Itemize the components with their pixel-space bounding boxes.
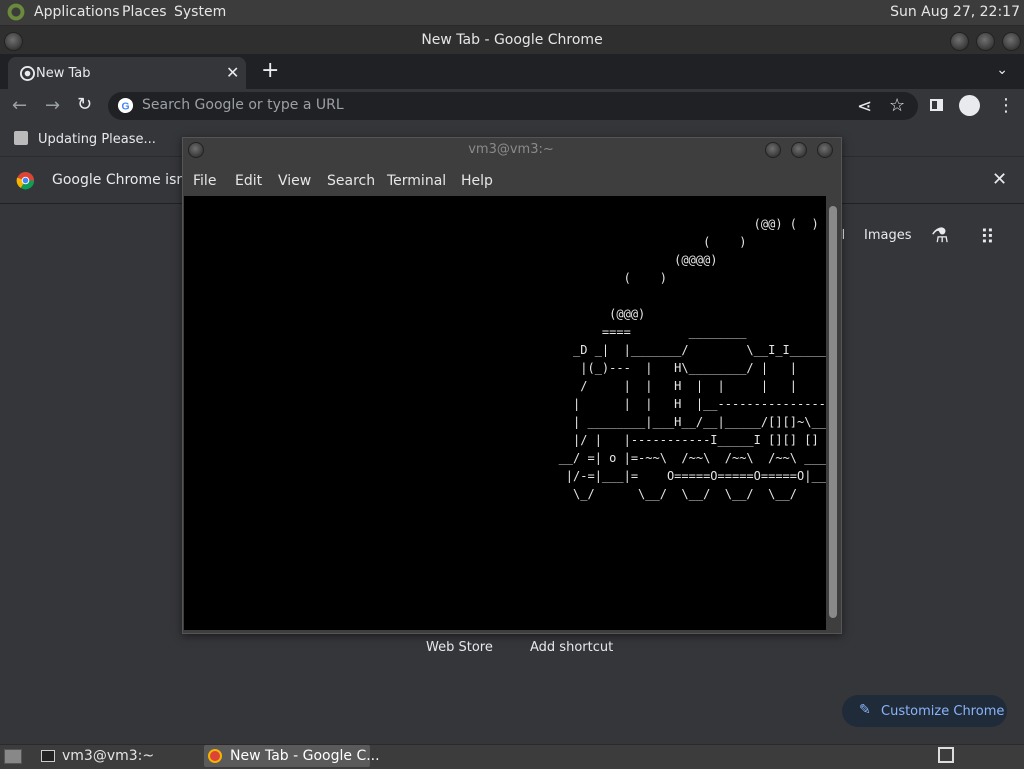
tab-close-icon[interactable]: ✕ [226,63,239,82]
shortcut-add[interactable]: Add shortcut [530,640,613,655]
os-logo-icon[interactable] [7,3,25,21]
chrome-favicon-icon [20,66,35,81]
top-panel: Applications Places System Sun Aug 27, 2… [0,0,1024,26]
apps-grid-icon[interactable]: ⠿ [980,225,995,249]
tab-title: New Tab [36,66,91,81]
places-menu[interactable]: Places [122,4,167,20]
window-title: New Tab - Google Chrome [421,32,603,48]
pencil-icon: ✎ [859,702,871,718]
system-menu[interactable]: System [174,4,226,20]
terminal-screen[interactable]: (@@) ( ) (@) ( ) ( ) (@@@@) [184,196,826,630]
bookmark-star-icon[interactable]: ☆ [889,95,905,116]
taskbar-item-chrome[interactable]: New Tab - Google C... [204,745,380,767]
window-menu-button[interactable] [4,32,23,51]
chrome-task-icon [208,749,222,763]
terminal-output: (@@) ( ) (@) ( ) ( ) (@@@@) [558,217,826,501]
terminal-minimize-button[interactable] [765,142,781,158]
close-window-button[interactable] [1002,32,1021,51]
taskbar-label-chrome: New Tab - Google C... [230,748,380,764]
taskbar-item-terminal[interactable]: vm3@vm3:~ [36,745,200,767]
terminal-menu-terminal[interactable]: Terminal [387,173,446,189]
applications-menu[interactable]: Applications [34,4,120,20]
workspace-switcher-icon[interactable] [938,747,954,763]
tab-new-tab[interactable]: New Tab ✕ [8,57,246,89]
forward-icon[interactable]: → [45,95,60,116]
show-desktop-icon[interactable] [4,749,22,764]
google-g-icon: G [117,97,134,114]
new-tab-button[interactable]: + [261,58,279,83]
maximize-button[interactable] [976,32,995,51]
shortcut-web-store[interactable]: Web Store [426,640,493,655]
terminal-menu-view[interactable]: View [278,173,311,189]
chrome-logo-icon [16,171,35,190]
chrome-titlebar: New Tab - Google Chrome [0,26,1024,54]
tab-search-chevron-icon[interactable]: ⌄ [996,62,1008,78]
terminal-menubar: File Edit View Search Terminal Help [183,166,840,196]
clock[interactable]: Sun Aug 27, 22:17 [890,4,1020,20]
labs-flask-icon[interactable]: ⚗ [931,223,949,247]
bookmark-favicon-icon [14,131,28,145]
images-link[interactable]: Images [864,228,912,243]
terminal-menu-edit[interactable]: Edit [235,173,262,189]
omnibox-placeholder[interactable]: Search Google or type a URL [142,97,344,113]
terminal-maximize-button[interactable] [791,142,807,158]
taskbar-label-terminal: vm3@vm3:~ [62,748,155,764]
side-panel-icon[interactable] [930,99,943,111]
terminal-menu-help[interactable]: Help [461,173,493,189]
terminal-menu-file[interactable]: File [193,173,216,189]
terminal-title: vm3@vm3:~ [468,142,554,157]
back-icon[interactable]: ← [12,95,27,116]
terminal-close-button[interactable] [817,142,833,158]
terminal-scroll-thumb[interactable] [829,206,837,618]
minimize-button[interactable] [950,32,969,51]
infobar-close-icon[interactable]: ✕ [992,169,1007,190]
terminal-menu-search[interactable]: Search [327,173,375,189]
bookmark-updating[interactable]: Updating Please... [38,132,156,147]
profile-avatar-icon[interactable] [959,95,980,116]
terminal-task-icon [41,750,55,762]
more-menu-icon[interactable]: ⋮ [997,95,1015,116]
customize-chrome-label[interactable]: Customize Chrome [881,704,1004,719]
svg-text:G: G [121,101,129,112]
reload-icon[interactable]: ↻ [77,94,92,115]
tab-strip: New Tab ✕ [0,54,1024,89]
share-icon[interactable]: ⋖ [857,96,872,117]
